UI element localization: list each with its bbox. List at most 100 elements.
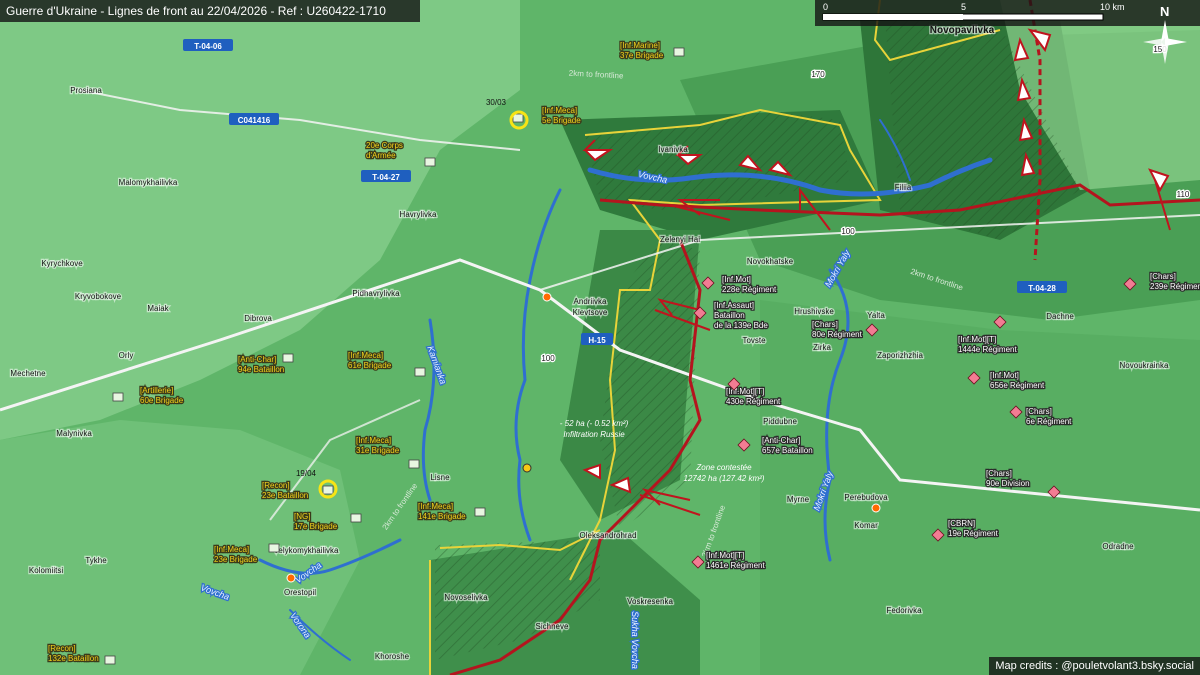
road-badge-label: T-04-27 xyxy=(372,173,400,182)
ukrainian-unit-type: [Recon] xyxy=(262,481,290,490)
map-credits: Map credits : @pouletvolant3.bsky.social xyxy=(989,657,1200,675)
ukrainian-unit-name: 17e Brigade xyxy=(294,522,338,531)
front-line-map: T-04-06 C041416 T-04-27 H-15 T-04-28 100 110 17… xyxy=(0,0,1200,675)
place-name: Dachne xyxy=(1046,312,1074,321)
north-label: N xyxy=(1160,4,1169,19)
ukrainian-unit-type: [Artillerie] xyxy=(140,386,173,395)
russian-unit-name: 90e Division xyxy=(986,479,1030,488)
ukrainian-unit-icon xyxy=(322,485,334,495)
ukrainian-unit-icon xyxy=(112,392,124,402)
russian-unit-type: [Chars] xyxy=(1150,272,1176,281)
ukrainian-unit-type: [Inf.Meca] xyxy=(348,351,383,360)
russian-unit-type: [Inf.Mot][T] xyxy=(706,551,744,560)
ukrainian-unit-type: [Inf.Meca] xyxy=(214,545,249,554)
ukrainian-unit-icon xyxy=(414,367,426,377)
ukrainian-unit-name: 37e Brigade xyxy=(620,51,664,60)
russian-unit-name: 228e Régiment xyxy=(722,285,777,294)
place-name: Novopavlivka xyxy=(930,25,995,36)
strike-icon xyxy=(286,573,296,583)
place-name: Sichneve xyxy=(536,622,569,631)
place-name: Havrylivka xyxy=(400,210,437,219)
place-name: Kyrychkove xyxy=(41,259,83,268)
place-name: Prosiana xyxy=(70,86,102,95)
russian-unit-type: [Inf.Mot] xyxy=(722,275,751,284)
place-name: Pidhavrylivka xyxy=(352,289,400,298)
place-name: Zelenyi Hai xyxy=(660,235,700,244)
place-name: Khoroshe xyxy=(375,652,410,661)
ukrainian-unit-type: [NG] xyxy=(294,512,310,521)
scale-label-ten: 10 km xyxy=(1100,2,1125,12)
north-arrow-icon: N xyxy=(1143,4,1187,64)
russian-unit-name: 656e Régiment xyxy=(990,381,1045,390)
russian-unit-name: 239e Régiment xyxy=(1150,282,1200,291)
place-name: Piddubne xyxy=(763,417,797,426)
place-name: Orly xyxy=(119,351,134,360)
infiltration-marker xyxy=(522,463,532,473)
place-name: Velykomykhailivka xyxy=(274,546,339,555)
place-name: Klevtsove xyxy=(573,308,608,317)
russian-unit-name: 6e Régiment xyxy=(1026,417,1072,426)
place-name: Hrushivske xyxy=(794,307,834,316)
ukrainian-unit-type: [Inf.Meca] xyxy=(542,106,577,115)
place-name: Yalta xyxy=(867,311,885,320)
ukrainian-unit-icon xyxy=(268,543,280,553)
road-badge-label: T-04-28 xyxy=(1028,284,1056,293)
place-name: Zirka xyxy=(813,343,831,352)
place-name: Myrne xyxy=(787,495,810,504)
place-name: Novoselivka xyxy=(444,593,488,602)
russian-unit-type: [Inf.Mot][T] xyxy=(958,335,996,344)
ukrainian-unit-type: [Recon] xyxy=(48,644,76,653)
date-label: 30/03 xyxy=(486,98,507,107)
ukrainian-unit-icon xyxy=(350,513,362,523)
russian-unit-name: 80e Régiment xyxy=(812,330,863,339)
ukrainian-unit-name: 94e Bataillon xyxy=(238,365,284,374)
place-name: Malynivka xyxy=(56,429,92,438)
place-name: Zaporizhzhia xyxy=(877,351,923,360)
place-name: Kolomiitsi xyxy=(29,566,63,575)
russian-unit-name: Bataillon xyxy=(714,311,745,320)
road-number: 100 xyxy=(541,354,555,363)
place-name: Kryvobokove xyxy=(75,292,122,301)
ukrainian-unit-type: [Inf.Meca] xyxy=(418,502,453,511)
place-name: Malomykhailivka xyxy=(119,178,178,187)
scale-label-five: 5 xyxy=(961,2,966,12)
ukrainian-unit-icon xyxy=(282,353,294,363)
date-label: 19/04 xyxy=(296,469,317,478)
place-name: Oleksandrohrad xyxy=(580,531,637,540)
russian-unit-name: 430e Régiment xyxy=(726,397,781,406)
place-name: Tovste xyxy=(742,336,766,345)
ukrainian-unit-name: 31e Brigade xyxy=(356,446,400,455)
ukrainian-unit-name: 23e Brigade xyxy=(214,555,258,564)
ukrainian-unit-name: 23e Bataillon xyxy=(262,491,308,500)
place-name: Andriivka xyxy=(574,297,607,306)
strike-icon xyxy=(871,503,881,513)
russian-unit-type: [Chars] xyxy=(1026,407,1052,416)
russian-unit-name: 1444e Régiment xyxy=(958,345,1017,354)
infiltration-label: - 52 ha (- 0.52 km²) xyxy=(560,419,629,428)
ukrainian-unit-icon xyxy=(673,47,685,57)
place-name: Filiia xyxy=(895,183,912,192)
russian-unit-name: de la 139e Bde xyxy=(714,321,768,330)
place-name: Komar xyxy=(854,521,878,530)
ukrainian-unit-icon xyxy=(408,459,420,469)
place-name: Novoukrainka xyxy=(1120,361,1169,370)
road-number: 110 xyxy=(1177,190,1190,199)
russian-unit-name: 1461e Régiment xyxy=(706,561,765,570)
ukrainian-unit-name: d'Armée xyxy=(366,151,396,160)
place-name: Novokhatske xyxy=(747,257,794,266)
russian-unit-type: [Chars] xyxy=(986,469,1012,478)
place-name: Voskresenka xyxy=(627,597,673,606)
russian-unit-name: 19e Régiment xyxy=(948,529,999,538)
ukrainian-unit-type: 20e Corps xyxy=(366,141,403,150)
russian-unit-type: [Chars] xyxy=(812,320,838,329)
road-badge-label: H-15 xyxy=(588,336,606,345)
place-name: Dibrova xyxy=(244,314,272,323)
russian-unit-type: [Anti-Char] xyxy=(762,436,800,445)
road-badge-label: C041416 xyxy=(238,116,271,125)
place-name: Lisne xyxy=(430,473,450,482)
place-name: Fedorivka xyxy=(886,606,922,615)
russian-unit-type: [Inf.Mot] xyxy=(990,371,1019,380)
ukrainian-unit-type: [Inf.Marine] xyxy=(620,41,660,50)
place-name: Ivanivka xyxy=(658,145,688,154)
map-title: Guerre d'Ukraine - Lignes de front au 22… xyxy=(0,0,420,22)
